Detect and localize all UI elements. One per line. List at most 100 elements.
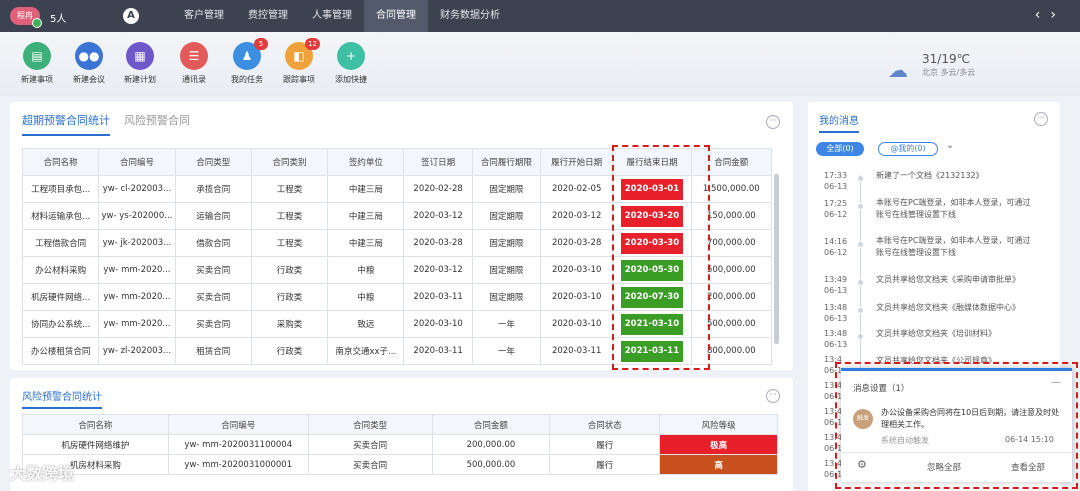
time: 13:49 xyxy=(824,275,848,284)
cell: 2020-03-12 xyxy=(540,202,614,230)
message-time: 13:49 06-13 xyxy=(824,274,854,296)
nav-hr[interactable]: 人事管理 xyxy=(300,0,364,32)
messages-title[interactable]: 我的消息 xyxy=(819,112,859,133)
task-icon: ♟ 5 xyxy=(233,38,268,70)
cell: 2020-03-28 xyxy=(403,229,473,257)
more-icon[interactable]: ··· xyxy=(1034,112,1048,126)
quick-label: 通讯录 xyxy=(182,75,206,84)
table-scrollbar[interactable] xyxy=(774,174,779,344)
table-row[interactable]: 机房材料采购 yw- mm-2020031000001 买卖合同 500,000.00… xyxy=(22,454,778,475)
risk-panel-title[interactable]: 风险预警合同统计 xyxy=(22,388,102,409)
user-count[interactable]: 5人 xyxy=(50,10,66,25)
cell: 履行 xyxy=(549,454,661,475)
timeline-dot xyxy=(857,279,864,286)
cell: 行政类 xyxy=(250,283,329,311)
cell: yw- mm-2020... xyxy=(98,283,176,311)
quick-label: 我的任务 xyxy=(231,75,263,84)
tasks-badge: 5 xyxy=(254,38,268,50)
cell: 固定期限 xyxy=(471,202,542,230)
weather-temp: 31/19℃ xyxy=(922,52,971,66)
nav-prev-icon[interactable]: ‹ xyxy=(1035,7,1051,23)
cell: 承揽合同 xyxy=(174,175,252,203)
cell: yw- mm-2020031000001 xyxy=(167,454,309,475)
cell: 行政类 xyxy=(250,256,329,284)
timeline-dot xyxy=(857,307,864,314)
cell: 固定期限 xyxy=(471,256,542,284)
filter-mentions-button[interactable]: @我的(0) xyxy=(878,142,938,156)
quick-my-tasks-button[interactable]: ♟ 5 我的任务 xyxy=(223,38,271,85)
tab-risk[interactable]: 风险预警合同 xyxy=(124,112,190,136)
column-header: 合同编号 xyxy=(167,414,309,435)
column-header: 合同名称 xyxy=(21,148,100,176)
time: 13:48 xyxy=(824,303,848,312)
cell: 行政类 xyxy=(250,337,329,365)
message-text[interactable]: 新建了一个文档《2132132》 xyxy=(876,170,1036,182)
cell: 2020-03-11 xyxy=(540,337,614,365)
message-text[interactable]: 文员共享给您文档夹《培训材料》 xyxy=(876,328,1036,340)
date: 06-13 xyxy=(824,286,848,295)
column-header: 履行开始日期 xyxy=(540,148,614,176)
column-header: 合同名称 xyxy=(22,414,169,435)
quick-new-meeting-button[interactable]: ●● 新建会议 xyxy=(65,42,113,85)
main-nav: 客户管理 费控管理 人事管理 合同管理 财务数据分析 xyxy=(172,0,512,32)
table-row[interactable]: 机房硬件网络维护 yw- mm-2020031100004 买卖合同 200,000.… xyxy=(22,434,778,455)
quick-label: 新建事项 xyxy=(21,75,53,84)
quick-new-plan-button[interactable]: ▦ 新建计划 xyxy=(116,42,164,85)
column-header: 风险等级 xyxy=(659,414,778,435)
column-header: 合同金额 xyxy=(431,414,551,435)
cell: 中建三局 xyxy=(327,229,405,257)
date: 06-13 xyxy=(824,314,848,323)
cell: 2020-03-12 xyxy=(403,202,473,230)
cell: 履行 xyxy=(549,434,661,455)
quick-add-shortcut-button[interactable]: + 添加快捷 xyxy=(327,42,375,85)
cell: 南京交通xx子... xyxy=(327,337,405,365)
tracking-glyph: ◧ xyxy=(293,49,305,63)
date: 06-12 xyxy=(824,248,848,257)
nav-contract[interactable]: 合同管理 xyxy=(364,0,428,32)
cell: yw- mm-2020... xyxy=(98,310,176,338)
quick-tracking-button[interactable]: ◧ 12 跟踪事项 xyxy=(275,38,323,85)
online-status-icon xyxy=(32,18,42,28)
message-text[interactable]: 本账号在PC端登录，如非本人登录，可通过账号在线管理设置下线 xyxy=(876,235,1036,259)
tracking-icon: ◧ 12 xyxy=(285,38,320,70)
nav-expense[interactable]: 费控管理 xyxy=(236,0,300,32)
cell: 运输合同 xyxy=(174,202,252,230)
cell: 机房硬件网络... xyxy=(21,283,100,311)
message-text[interactable]: 文员共享给您文档夹《融媒体数据中心》 xyxy=(876,302,1036,314)
cell: 中建三局 xyxy=(327,175,405,203)
more-icon[interactable]: ··· xyxy=(766,389,780,403)
new-item-icon: ▤ xyxy=(23,42,51,70)
app-logo-icon[interactable]: A xyxy=(123,8,139,24)
tracking-badge: 12 xyxy=(305,38,320,50)
tab-overdue[interactable]: 超期预警合同统计 xyxy=(22,112,110,136)
filter-all-button[interactable]: 全部(0) xyxy=(816,142,864,156)
calendar-icon: ▦ xyxy=(126,42,154,70)
quick-contacts-button[interactable]: ☰ 通讯录 xyxy=(170,42,218,85)
risk-level-badge: 极高 xyxy=(659,434,778,455)
cell: 买卖合同 xyxy=(307,454,433,475)
cell: 工程类 xyxy=(250,202,329,230)
cell: 致远 xyxy=(327,310,405,338)
nav-customer[interactable]: 客户管理 xyxy=(172,0,236,32)
cell: 一年 xyxy=(471,337,542,365)
nav-next-icon[interactable]: › xyxy=(1050,7,1066,23)
meeting-icon: ●● xyxy=(75,42,103,70)
cell: yw- cl-202003... xyxy=(98,175,176,203)
message-time: 17:25 06-12 xyxy=(824,198,854,220)
cell: 2020-03-10 xyxy=(540,283,614,311)
cell: 协同办公系统... xyxy=(21,310,100,338)
cell: 2020-02-28 xyxy=(403,175,473,203)
date: 06-13 xyxy=(824,182,848,191)
time: 14:16 xyxy=(824,237,848,246)
cell: 一年 xyxy=(471,310,542,338)
more-icon[interactable]: ··· xyxy=(766,115,780,129)
time: 13:48 xyxy=(824,329,848,338)
quick-new-item-button[interactable]: ▤ 新建事项 xyxy=(13,42,61,85)
risk-table: 合同名称 合同编号 合同类型 合同金额 合同状态 风险等级 机房硬件网络维护 yw- mm-… xyxy=(22,414,778,475)
nav-finance-analysis[interactable]: 财务数据分析 xyxy=(428,0,512,32)
message-text[interactable]: 文员共享给您文档夹《采购申请审批单》 xyxy=(876,274,1036,286)
chevron-down-icon[interactable]: ⌄ xyxy=(946,140,954,151)
cell: 2020-02-05 xyxy=(540,175,614,203)
message-text[interactable]: 本账号在PC端登录，如非本人登录，可通过账号在线管理设置下线 xyxy=(876,197,1036,221)
nav-arrows: ‹› xyxy=(1035,7,1066,23)
